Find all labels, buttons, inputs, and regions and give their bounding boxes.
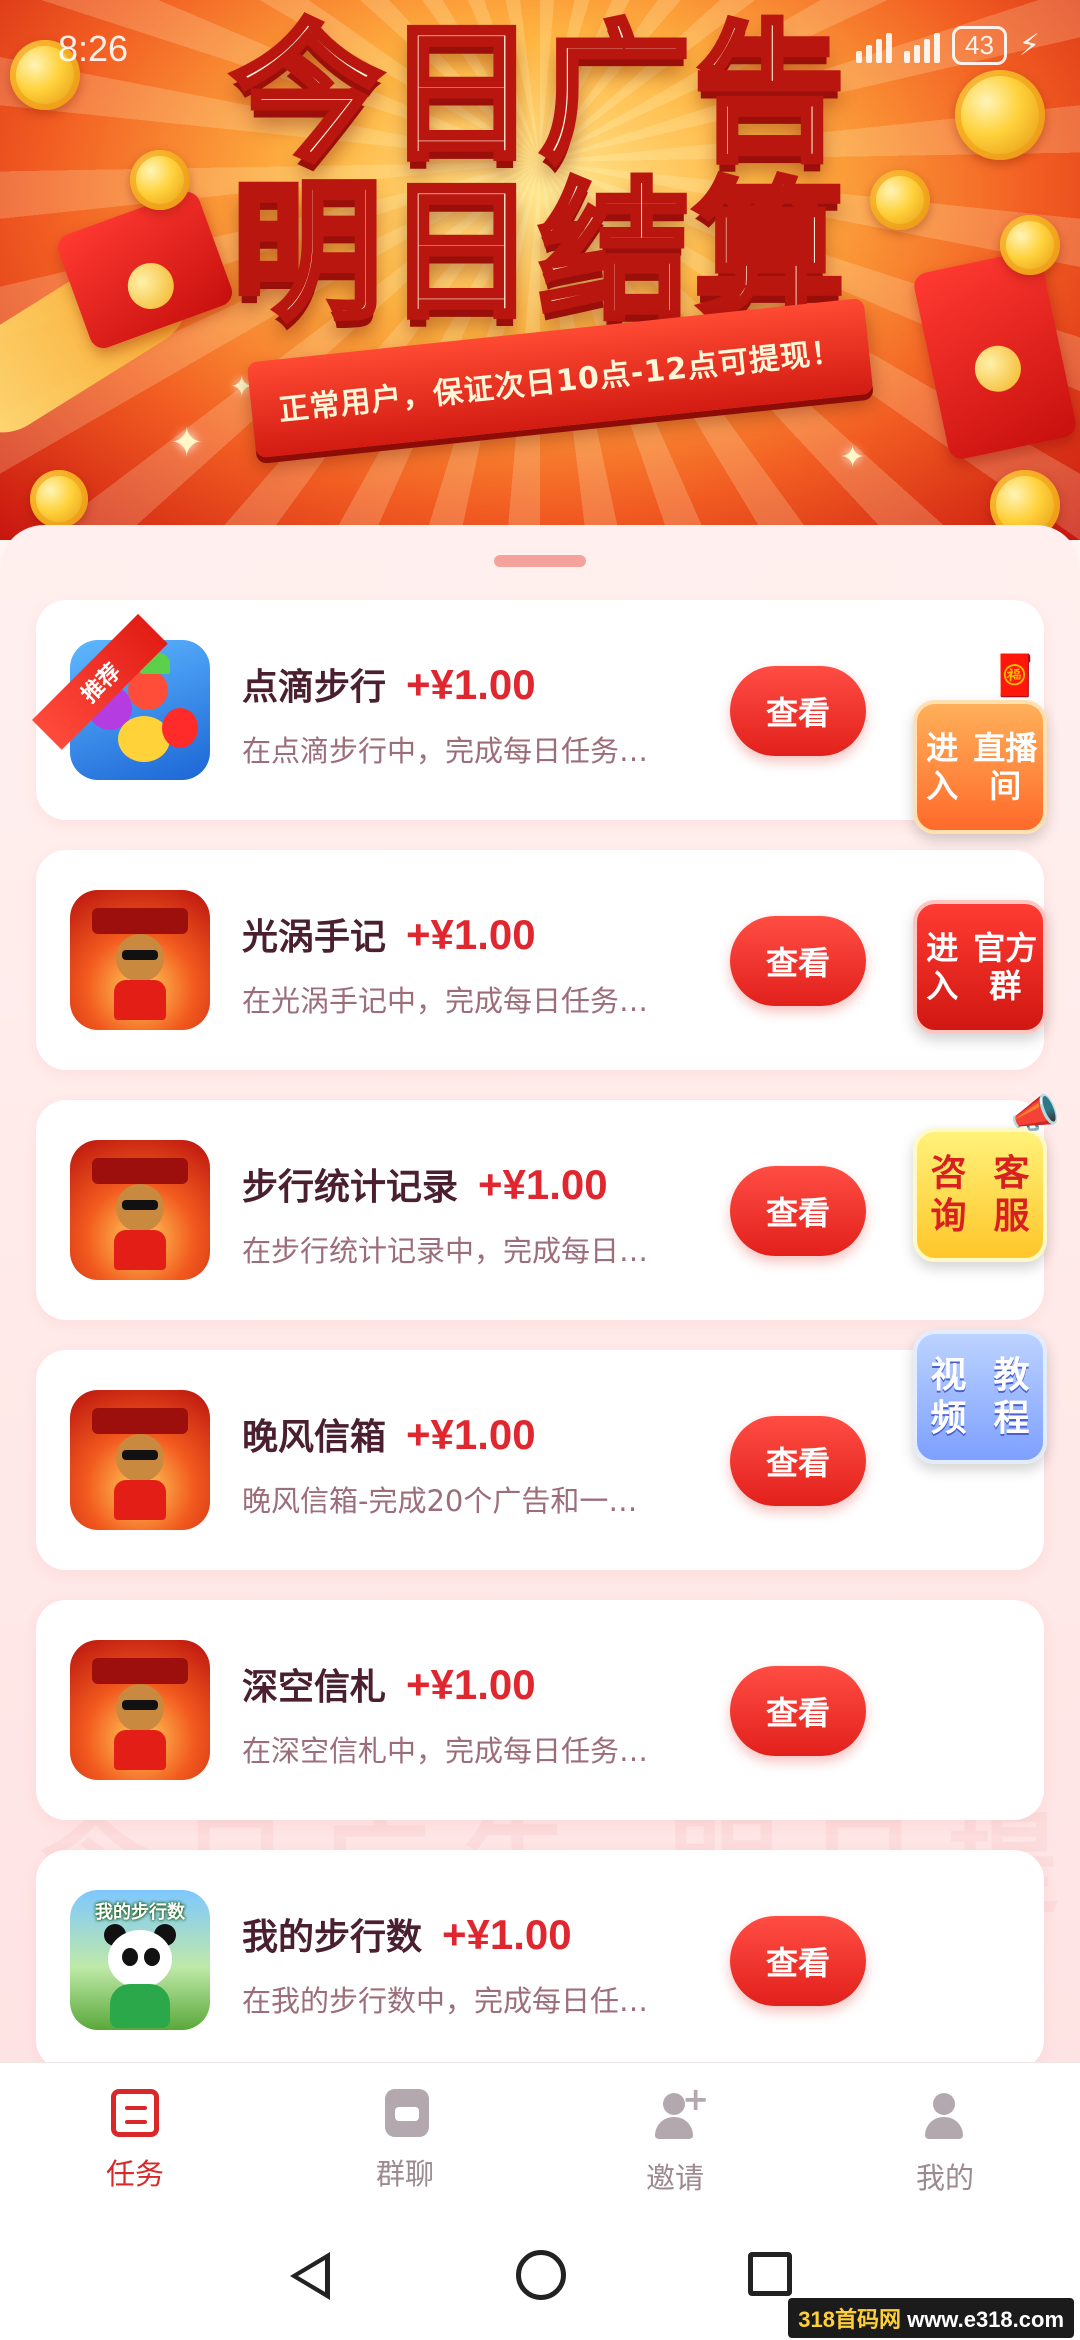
back-icon[interactable] (290, 2252, 330, 2300)
sheet-drag-handle[interactable] (494, 555, 586, 567)
panda-icon-label: 我的步行数 (95, 1902, 185, 1923)
task-name: 点滴步行 (242, 667, 387, 708)
battery-icon: 43 (952, 26, 1007, 65)
site-watermark: 318首码网 www.e318.com (788, 2298, 1074, 2338)
task-title-row: 我的步行数 +¥1.00 (242, 1908, 572, 1960)
live-room-button[interactable]: 进入 直播间 (913, 700, 1047, 834)
view-button[interactable]: 查看 (730, 1666, 866, 1756)
task-reward: +¥1.00 (442, 1911, 572, 1958)
site-watermark-en: www.e318.com (907, 2307, 1064, 2332)
group-chat-icon (385, 2089, 429, 2137)
status-indicators: 43 ⚡ (856, 26, 1040, 65)
task-description: 在我的步行数中，完成每日任… (242, 1984, 649, 2018)
bottom-tab-bar: 任务 群聊 + 邀请 我的 (0, 2062, 1080, 2212)
tab-tasks[interactable]: 任务 (0, 2063, 270, 2213)
recent-apps-icon[interactable] (748, 2252, 792, 2296)
signal-icon (856, 29, 892, 63)
task-list-icon (111, 2089, 159, 2137)
task-name: 步行统计记录 (242, 1167, 459, 1208)
site-watermark-cn: 318首码网 (798, 2307, 901, 2332)
lucky-bear-icon (70, 890, 210, 1030)
task-reward: +¥1.00 (406, 1661, 536, 1708)
status-bar: 8:26 43 ⚡ (0, 0, 1080, 100)
task-description: 在深空信札中，完成每日任务… (242, 1734, 649, 1768)
view-button[interactable]: 查看 (730, 916, 866, 1006)
task-card[interactable]: 光涡手记 +¥1.00 在光涡手记中，完成每日任务… 查看 (36, 850, 1044, 1070)
task-title-row: 深空信札 +¥1.00 (242, 1658, 536, 1710)
banner-title-line2: 明日结算 (229, 166, 848, 340)
task-description: 在步行统计记录中，完成每日… (242, 1234, 649, 1268)
task-name: 我的步行数 (242, 1917, 423, 1958)
official-group-button[interactable]: 进入 官方群 (913, 900, 1047, 1034)
task-card[interactable]: 晚风信箱 +¥1.00 晚风信箱-完成20个广告和一… 查看 (36, 1350, 1044, 1570)
view-button[interactable]: 查看 (730, 1416, 866, 1506)
task-description: 在点滴步行中，完成每日任务… (242, 734, 649, 768)
view-button[interactable]: 查看 (730, 1916, 866, 2006)
task-title-row: 晚风信箱 +¥1.00 (242, 1408, 536, 1460)
charging-icon: ⚡ (1018, 28, 1040, 63)
system-navigation-bar: 318首码网 www.e318.com (0, 2212, 1080, 2340)
status-time: 8:26 (58, 28, 129, 69)
task-name: 深空信札 (242, 1667, 387, 1708)
tab-label: 我的 (915, 2161, 974, 2195)
task-card[interactable]: 深空信札 +¥1.00 在深空信札中，完成每日任务… 查看 (36, 1600, 1044, 1820)
signal-icon (904, 29, 940, 63)
task-title-row: 光涡手记 +¥1.00 (242, 908, 536, 960)
tab-group-chat[interactable]: 群聊 (270, 2063, 540, 2213)
view-button[interactable]: 查看 (730, 1166, 866, 1256)
task-card[interactable]: 我的步行数 我的步行数 +¥1.00 在我的步行数中，完成每日任… 查看 (36, 1850, 1044, 2070)
task-name: 晚风信箱 (242, 1417, 387, 1458)
home-icon[interactable] (516, 2250, 566, 2300)
task-description: 晚风信箱-完成20个广告和一… (242, 1484, 638, 1518)
task-title-row: 步行统计记录 +¥1.00 (242, 1158, 608, 1210)
gift-icon: 🧧 (990, 653, 1040, 699)
profile-icon (919, 2089, 971, 2141)
tab-label: 邀请 (645, 2161, 704, 2195)
task-title-row: 点滴步行 +¥1.00 (242, 658, 536, 710)
task-reward: +¥1.00 (478, 1161, 608, 1208)
sparkle-decoration: ✦ (840, 440, 866, 475)
tab-label: 任务 (105, 2157, 164, 2191)
tab-profile[interactable]: 我的 (810, 2063, 1080, 2213)
tab-label: 群聊 (375, 2157, 434, 2191)
customer-service-button[interactable]: 咨询 客服 (913, 1128, 1047, 1262)
lucky-bear-icon (70, 1390, 210, 1530)
task-description: 在光涡手记中，完成每日任务… (242, 984, 649, 1018)
lucky-bear-icon (70, 1640, 210, 1780)
video-tutorial-button[interactable]: 视频 教程 (913, 1330, 1047, 1464)
task-reward: +¥1.00 (406, 911, 536, 958)
task-name: 光涡手记 (242, 917, 387, 958)
invite-user-icon: + (649, 2083, 709, 2141)
panda-icon: 我的步行数 (70, 1890, 210, 2030)
megaphone-icon: 📣 (1010, 1091, 1060, 1137)
task-card[interactable]: 步行统计记录 +¥1.00 在步行统计记录中，完成每日… 查看 (36, 1100, 1044, 1320)
tab-invite[interactable]: + 邀请 (540, 2063, 810, 2213)
gold-coin-decoration (30, 470, 88, 528)
sparkle-decoration: ✦ (170, 420, 204, 466)
view-button[interactable]: 查看 (730, 666, 866, 756)
task-reward: +¥1.00 (406, 1411, 536, 1458)
lucky-bear-icon (70, 1140, 210, 1280)
task-card[interactable]: 推荐 点滴步行 +¥1.00 在点滴步行中，完成每日任务… 查看 (32, 600, 1044, 820)
task-reward: +¥1.00 (406, 661, 536, 708)
